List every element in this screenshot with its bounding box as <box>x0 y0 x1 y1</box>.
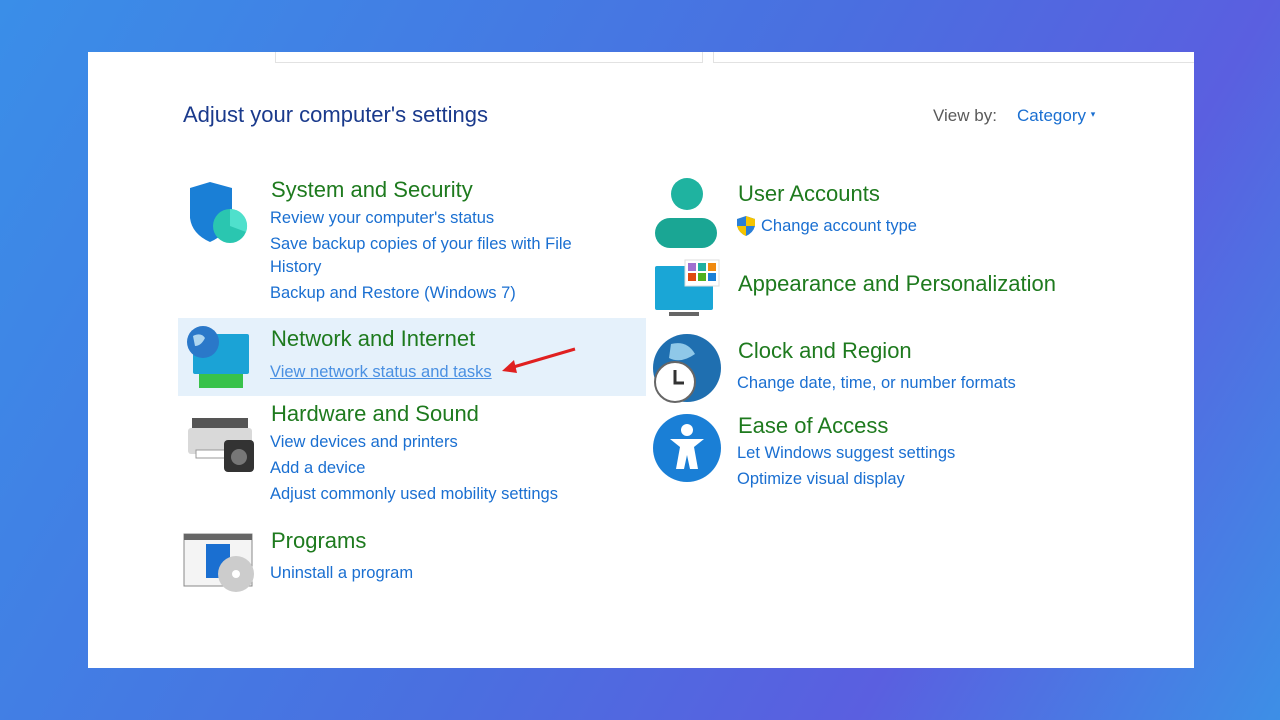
file-history-link-cont[interactable]: History <box>270 258 321 277</box>
printer-icon <box>188 418 254 472</box>
appearance-heading[interactable]: Appearance and Personalization <box>738 271 1056 297</box>
tab-area-right <box>713 52 1194 63</box>
network-icon <box>187 326 249 388</box>
system-security-heading[interactable]: System and Security <box>271 177 473 203</box>
accessibility-icon <box>653 414 721 482</box>
programs-heading[interactable]: Programs <box>271 528 366 554</box>
monitor-icon <box>655 259 720 316</box>
review-status-link[interactable]: Review your computer's status <box>270 209 494 228</box>
network-internet-heading[interactable]: Network and Internet <box>271 326 475 352</box>
suggest-settings-link[interactable]: Let Windows suggest settings <box>737 444 955 463</box>
change-date-formats-link[interactable]: Change date, time, or number formats <box>737 374 1016 393</box>
dropdown-arrow-icon: ▾ <box>1090 109 1096 119</box>
change-account-type-link[interactable]: Change account type <box>761 217 917 236</box>
uninstall-program-link[interactable]: Uninstall a program <box>270 564 413 583</box>
clock-globe-icon <box>653 334 721 403</box>
shield-icon <box>190 182 248 243</box>
clock-region-heading[interactable]: Clock and Region <box>738 338 912 364</box>
view-by-value: Category <box>1017 106 1086 125</box>
devices-printers-link[interactable]: View devices and printers <box>270 433 458 452</box>
tab-area-left <box>275 52 703 63</box>
view-by-dropdown[interactable]: Category ▾ <box>1017 106 1095 126</box>
add-device-link[interactable]: Add a device <box>270 459 365 478</box>
hardware-sound-heading[interactable]: Hardware and Sound <box>271 401 479 427</box>
programs-icon <box>183 533 254 592</box>
control-panel-window: Adjust your computer's settings View by:… <box>88 52 1194 668</box>
uac-shield-icon <box>737 216 755 236</box>
red-arrow-annotation <box>502 347 576 373</box>
mobility-settings-link[interactable]: Adjust commonly used mobility settings <box>270 485 558 504</box>
backup-restore-link[interactable]: Backup and Restore (Windows 7) <box>270 284 516 303</box>
page-title: Adjust your computer's settings <box>183 102 489 127</box>
view-by-label: View by: <box>933 106 997 125</box>
user-accounts-heading[interactable]: User Accounts <box>738 181 880 207</box>
network-status-link[interactable]: View network status and tasks <box>270 363 492 382</box>
ease-of-access-heading[interactable]: Ease of Access <box>738 413 888 439</box>
file-history-link[interactable]: Save backup copies of your files with Fi… <box>270 235 572 254</box>
optimize-display-link[interactable]: Optimize visual display <box>737 470 905 489</box>
user-icon <box>655 178 717 248</box>
